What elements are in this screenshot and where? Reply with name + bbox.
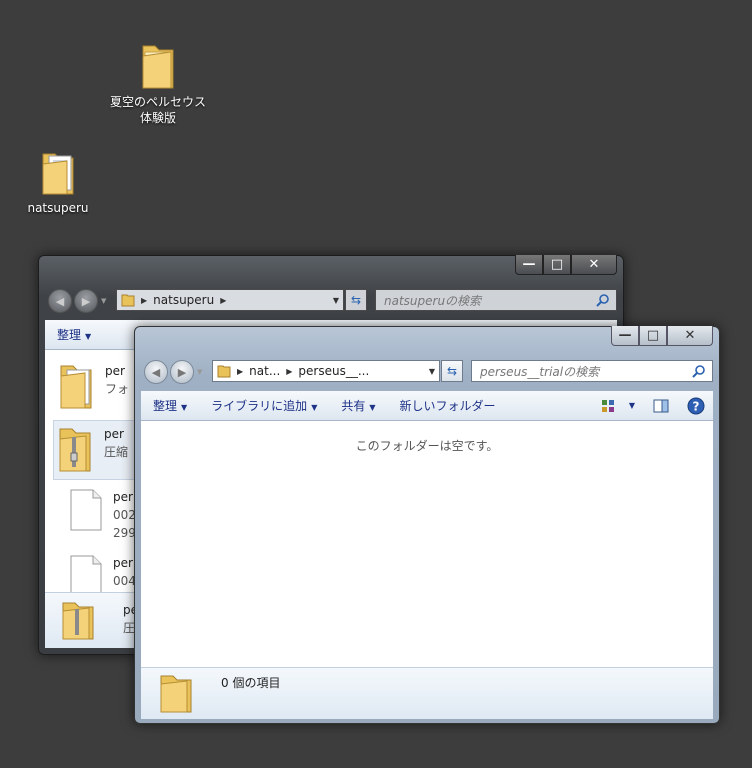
- refresh-button[interactable]: ⇆: [441, 360, 463, 382]
- preview-pane-button[interactable]: [639, 399, 683, 413]
- maximize-button[interactable]: □: [639, 326, 667, 346]
- command-bar: 整理 ▼ ライブラリに追加 ▼ 共有 ▼ 新しいフォルダー ▼ ?: [141, 391, 713, 421]
- document-icon: [70, 489, 102, 531]
- chevron-down-icon: ▼: [85, 332, 92, 341]
- arrow-right-icon: ▶: [81, 294, 91, 308]
- history-dropdown-icon[interactable]: ▼: [197, 368, 202, 376]
- view-options-button[interactable]: ▼: [597, 399, 639, 413]
- add-to-library-button[interactable]: ライブラリに追加 ▼: [199, 397, 329, 414]
- help-icon: ?: [687, 397, 705, 414]
- chevron-down-icon: ▼: [628, 401, 635, 410]
- search-placeholder: perseus__trialの検索: [480, 364, 600, 379]
- item-count: 0 個の項目: [221, 676, 281, 690]
- desktop-icon-label: natsuperu: [27, 201, 89, 215]
- new-folder-label: 新しいフォルダー: [399, 399, 496, 413]
- organize-button[interactable]: 整理 ▼: [141, 397, 199, 414]
- search-placeholder: natsuperuの検索: [384, 293, 482, 308]
- help-button[interactable]: ?: [683, 397, 713, 415]
- back-button[interactable]: ◀: [144, 360, 168, 384]
- close-button[interactable]: ✕: [571, 255, 617, 275]
- address-bar[interactable]: ▶ natsuperu ▶ ▼: [116, 289, 344, 311]
- share-label: 共有: [341, 399, 366, 413]
- folder-icon: [42, 153, 74, 195]
- file-type: 圧縮: [104, 445, 129, 459]
- desktop-icon-natsuperu-trial[interactable]: 夏空のペルセウス 体験版: [103, 40, 213, 126]
- caption-buttons: — □ ✕: [515, 255, 617, 275]
- organize-label: 整理: [153, 399, 178, 413]
- list-item[interactable]: per 002 299: [69, 488, 136, 542]
- list-item[interactable]: per フォ: [59, 362, 129, 412]
- file-meta: per フォ: [105, 362, 129, 412]
- address-dropdown-icon[interactable]: ▼: [429, 367, 435, 376]
- search-input[interactable]: natsuperuの検索: [375, 289, 617, 311]
- refresh-icon: ⇆: [350, 293, 362, 307]
- address-dropdown-icon[interactable]: ▼: [333, 296, 339, 305]
- breadcrumb-arrow-icon: ▶: [237, 366, 244, 376]
- breadcrumb-item[interactable]: natsuperu: [153, 293, 214, 307]
- file-name: per: [113, 490, 133, 504]
- breadcrumb-item[interactable]: perseus__...: [298, 364, 369, 378]
- file-type: フォ: [105, 382, 130, 396]
- file-list[interactable]: このフォルダーは空です。: [141, 421, 713, 667]
- refresh-button[interactable]: ⇆: [345, 289, 367, 311]
- chevron-down-icon: ▼: [369, 403, 376, 412]
- arrow-left-icon: ◀: [55, 294, 65, 308]
- desktop-icon-natsuperu[interactable]: natsuperu: [3, 148, 113, 216]
- folder-icon: [160, 675, 192, 713]
- search-input[interactable]: perseus__trialの検索: [471, 360, 713, 382]
- file-size: 299: [113, 526, 136, 540]
- caption-buttons: — □ ✕: [611, 326, 713, 346]
- forward-button[interactable]: ▶: [170, 360, 194, 384]
- forward-button[interactable]: ▶: [74, 289, 98, 313]
- close-button[interactable]: ✕: [667, 326, 713, 346]
- search-icon: [692, 365, 705, 378]
- address-bar[interactable]: ▶ nat... ▶ perseus__... ▼: [212, 360, 440, 382]
- chevron-down-icon: ▼: [311, 403, 318, 412]
- file-info: 004: [113, 574, 136, 588]
- maximize-button[interactable]: □: [543, 255, 571, 275]
- file-name: per: [113, 556, 133, 570]
- minimize-button[interactable]: —: [515, 255, 543, 275]
- explorer-window-perseus-trial[interactable]: — □ ✕ ◀ ▶ ▼ ▶ nat... ▶ perseus__... ▼ ⇆ …: [134, 326, 720, 724]
- zip-folder-icon: [62, 602, 94, 640]
- empty-folder-message: このフォルダーは空です。: [355, 439, 499, 453]
- zip-folder-icon: [59, 428, 91, 472]
- breadcrumb-arrow-icon[interactable]: ▶: [286, 367, 292, 376]
- share-button[interactable]: 共有 ▼: [329, 397, 387, 414]
- preview-pane-icon: [653, 399, 669, 412]
- add-to-library-label: ライブラリに追加: [211, 399, 308, 413]
- view-grid-icon: [601, 399, 614, 412]
- file-name: per: [104, 427, 124, 441]
- folder-icon: [142, 45, 174, 89]
- breadcrumb-item[interactable]: nat...: [249, 364, 280, 378]
- arrow-right-icon: ▶: [177, 365, 187, 379]
- file-meta: per 圧縮: [104, 425, 128, 475]
- organize-label: 整理: [57, 328, 82, 342]
- desktop-icon-label-line2: 体験版: [139, 111, 176, 125]
- details-pane: 0 個の項目: [141, 667, 713, 719]
- folder-small-icon: [121, 294, 135, 307]
- organize-button[interactable]: 整理 ▼: [45, 326, 103, 343]
- file-name: per: [105, 364, 125, 378]
- desktop-icon-label: 夏空のペルセウス: [109, 95, 206, 109]
- search-icon: [596, 294, 609, 307]
- folder-icon: [60, 365, 92, 409]
- refresh-icon: ⇆: [446, 364, 458, 378]
- file-meta: per 002 299: [113, 488, 136, 542]
- folder-small-icon: [217, 365, 231, 378]
- breadcrumb-arrow-icon[interactable]: ▶: [220, 296, 226, 305]
- chevron-down-icon: ▼: [181, 403, 188, 412]
- arrow-left-icon: ◀: [151, 365, 161, 379]
- history-dropdown-icon[interactable]: ▼: [101, 297, 106, 305]
- back-button[interactable]: ◀: [48, 289, 72, 313]
- breadcrumb-arrow-icon: ▶: [141, 295, 148, 305]
- minimize-button[interactable]: —: [611, 326, 639, 346]
- nav-buttons: ◀ ▶ ▼: [144, 360, 202, 384]
- svg-text:?: ?: [693, 399, 700, 413]
- nav-buttons: ◀ ▶ ▼: [48, 289, 106, 313]
- new-folder-button[interactable]: 新しいフォルダー: [388, 397, 508, 414]
- file-info: 002: [113, 508, 136, 522]
